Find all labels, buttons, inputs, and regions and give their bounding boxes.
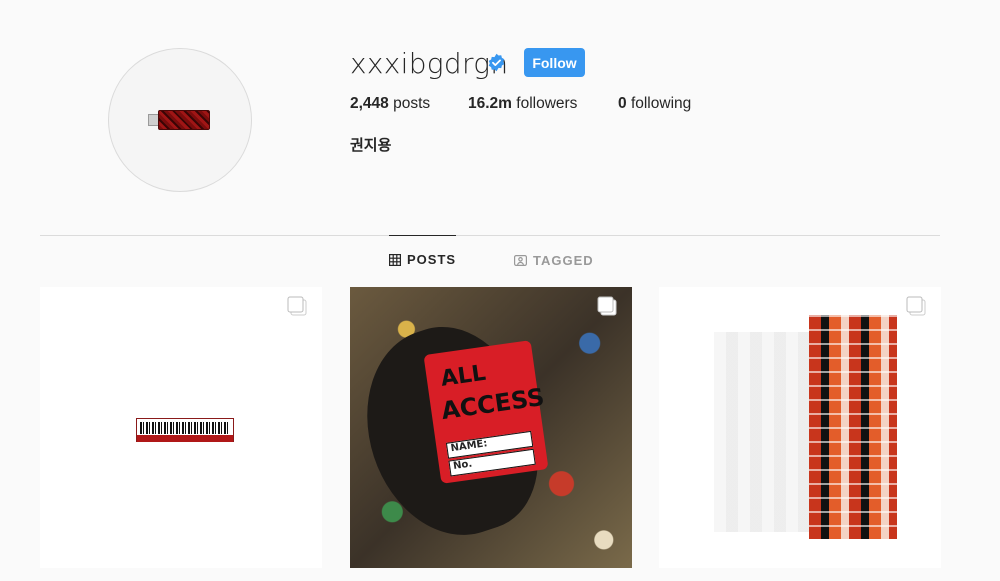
followers-stat[interactable]: 16.2m followers	[468, 95, 577, 113]
posts-stat: 2,448 posts	[350, 95, 430, 113]
post-thumbnail-3[interactable]	[659, 287, 941, 568]
usb-drive-image	[148, 110, 212, 130]
barcode-red-strip	[137, 435, 233, 442]
followers-label: followers	[516, 95, 578, 112]
all-access-card: ALL ACCESS NAME: No.	[423, 340, 549, 484]
verified-badge-icon	[488, 53, 505, 72]
tab-tagged-label: TAGGED	[533, 252, 594, 268]
multiple-posts-icon	[597, 296, 617, 316]
post-thumbnail-2[interactable]: ALL ACCESS NAME: No.	[350, 287, 632, 568]
posts-label: posts	[393, 95, 431, 112]
barcode-bars	[140, 422, 230, 434]
usb-body	[158, 110, 210, 130]
followers-count: 16.2m	[468, 95, 512, 112]
tagged-icon	[514, 255, 527, 266]
pixel-fade-area	[714, 332, 814, 532]
barcode-usb-image	[136, 418, 234, 442]
posts-count: 2,448	[350, 95, 389, 112]
usb-plug	[148, 114, 158, 126]
pixelated-art	[809, 315, 897, 539]
card-line-1: ALL	[439, 360, 488, 392]
following-label: following	[630, 95, 692, 112]
post-thumbnail-1[interactable]	[40, 287, 322, 568]
tab-posts-label: POSTS	[407, 252, 457, 267]
profile-username: xxxibgdrgn	[350, 47, 509, 80]
follow-button[interactable]: Follow	[524, 48, 585, 77]
multiple-posts-icon	[906, 296, 926, 316]
following-stat[interactable]: 0 following	[618, 95, 691, 113]
tabs-divider	[40, 235, 940, 236]
grid-icon	[389, 253, 401, 266]
tab-tagged[interactable]: TAGGED	[514, 236, 594, 284]
tab-posts[interactable]: POSTS	[389, 235, 457, 283]
profile-full-name: 권지용	[350, 136, 392, 154]
profile-avatar[interactable]	[108, 48, 252, 192]
following-count: 0	[618, 95, 627, 112]
multiple-posts-icon	[287, 296, 307, 316]
